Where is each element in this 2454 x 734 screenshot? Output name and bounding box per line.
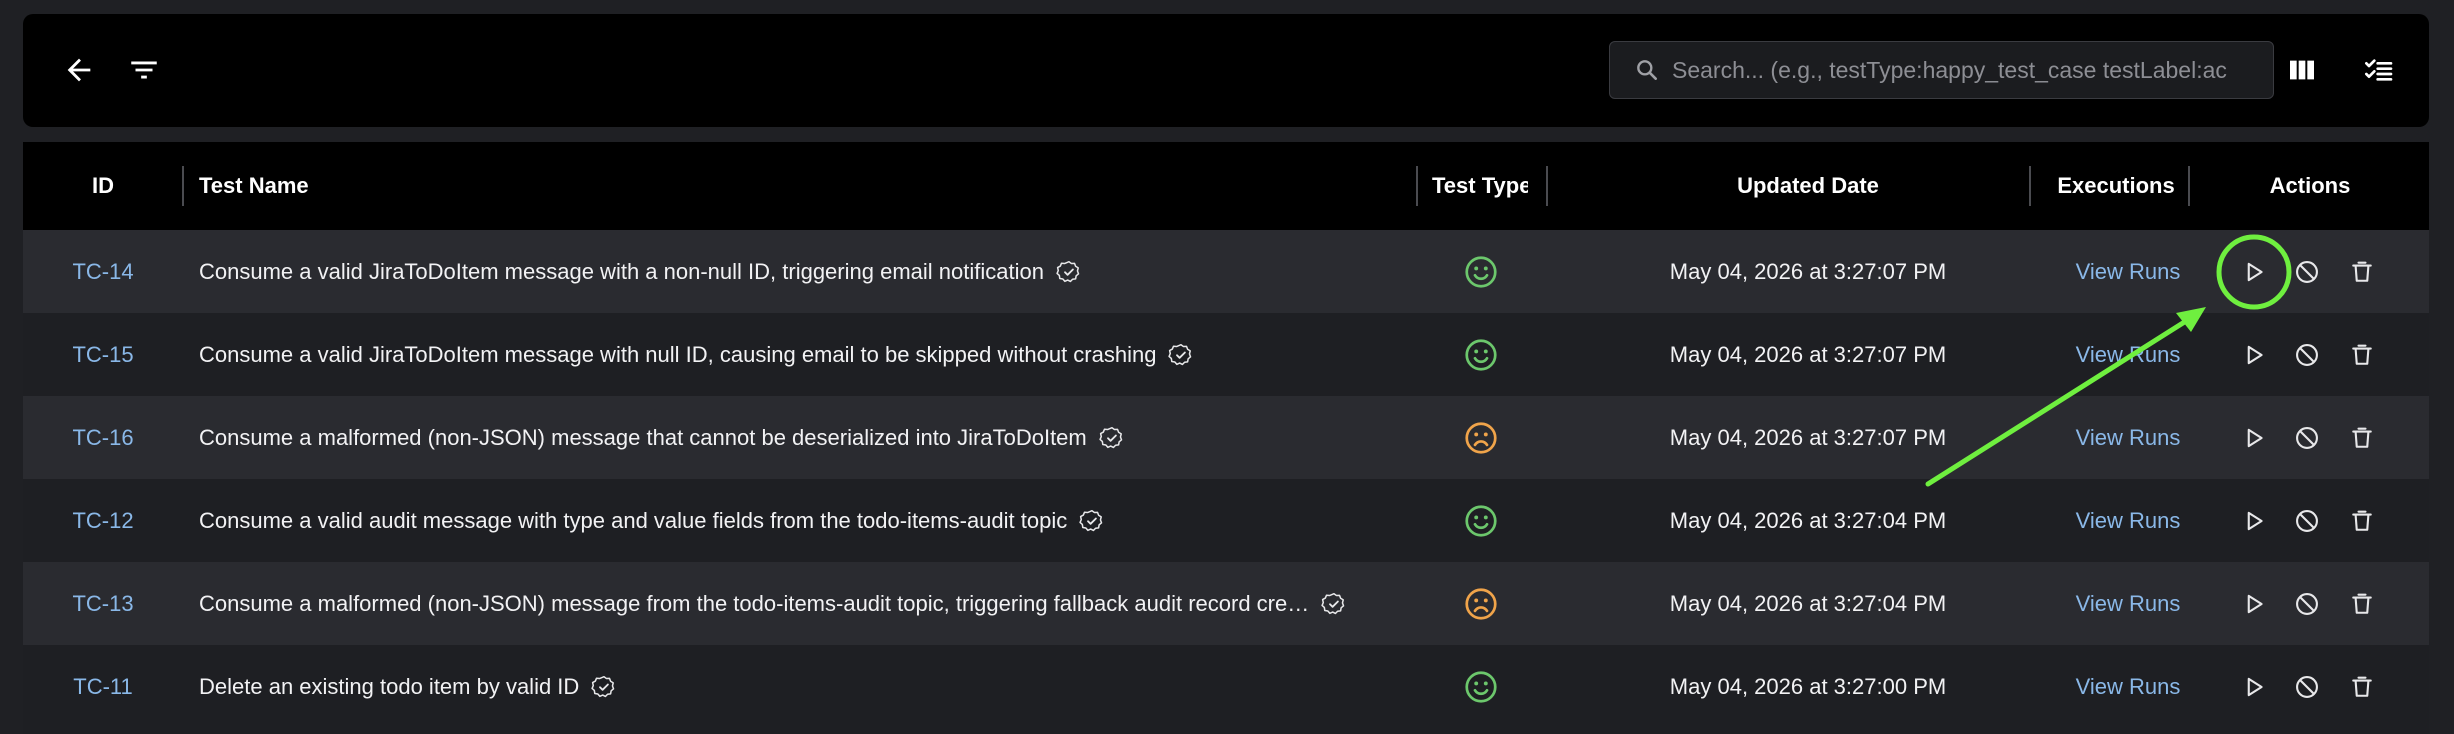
test-name: Delete an existing todo item by valid ID: [199, 673, 580, 699]
test-name-cell: Consume a valid audit message with type …: [199, 479, 1429, 562]
delete-trash-icon[interactable]: [2340, 562, 2384, 645]
test-id-link[interactable]: TC-15: [23, 313, 183, 396]
columns-icon[interactable]: [2282, 50, 2322, 90]
test-name: Consume a valid JiraToDoItem message wit…: [199, 341, 1157, 367]
verified-check-icon: [1168, 342, 1194, 368]
test-id-link[interactable]: TC-14: [23, 230, 183, 313]
table-row[interactable]: TC-11 Delete an existing todo item by val…: [23, 645, 2429, 728]
view-runs-link[interactable]: View Runs: [2028, 230, 2228, 313]
delete-trash-icon[interactable]: [2340, 396, 2384, 479]
test-type-happy-icon: [1421, 313, 1541, 396]
view-runs-link[interactable]: View Runs: [2028, 396, 2228, 479]
run-test-play-icon[interactable]: [2232, 230, 2276, 313]
verified-check-icon: [591, 674, 617, 700]
test-id-link[interactable]: TC-11: [23, 645, 183, 728]
test-name-cell: Consume a valid JiraToDoItem message wit…: [199, 313, 1429, 396]
updated-date: May 04, 2026 at 3:27:04 PM: [1669, 590, 1947, 616]
table-row[interactable]: TC-13 Consume a malformed (non-JSON) mess…: [23, 562, 2429, 645]
view-runs-link[interactable]: View Runs: [2028, 562, 2228, 645]
filter-icon[interactable]: [124, 50, 164, 90]
column-divider[interactable]: [1416, 166, 1418, 206]
test-cases-table: ID Test Name Test Type Updated Date Exec…: [23, 142, 2429, 734]
run-test-play-icon[interactable]: [2232, 562, 2276, 645]
top-toolbar: [23, 14, 2429, 127]
test-type-sad-icon: [1421, 396, 1541, 479]
disable-block-icon[interactable]: [2285, 645, 2329, 728]
column-header-test-name[interactable]: Test Name: [199, 142, 1399, 230]
delete-trash-icon[interactable]: [2340, 479, 2384, 562]
search-box[interactable]: [1609, 41, 2274, 99]
test-name-cell: Delete an existing todo item by valid ID: [199, 645, 1429, 728]
run-test-play-icon[interactable]: [2232, 313, 2276, 396]
checklist-icon[interactable]: [2359, 50, 2399, 90]
test-name-cell: Consume a malformed (non-JSON) message t…: [199, 396, 1429, 479]
column-header-actions: Actions: [2269, 173, 2351, 198]
test-name-cell: Consume a malformed (non-JSON) message f…: [199, 562, 1429, 645]
test-type-happy-icon: [1421, 479, 1541, 562]
test-type-sad-icon: [1421, 562, 1541, 645]
run-test-play-icon[interactable]: [2232, 396, 2276, 479]
test-name: Consume a malformed (non-JSON) message t…: [199, 424, 1087, 450]
verified-check-icon: [1321, 591, 1347, 617]
search-input[interactable]: [1672, 56, 2232, 84]
run-test-play-icon[interactable]: [2232, 479, 2276, 562]
table-header: ID Test Name Test Type Updated Date Exec…: [23, 142, 2429, 230]
column-header-executions[interactable]: Executions: [2031, 142, 2201, 230]
test-id-link[interactable]: TC-16: [23, 396, 183, 479]
column-header-updated-date[interactable]: Updated Date: [1548, 142, 2068, 230]
test-type-happy-icon: [1421, 645, 1541, 728]
test-name: Consume a malformed (non-JSON) message f…: [199, 590, 1310, 616]
run-test-play-icon[interactable]: [2232, 645, 2276, 728]
updated-date: May 04, 2026 at 3:27:07 PM: [1669, 258, 1947, 284]
column-header-id[interactable]: ID: [23, 142, 183, 230]
test-name: Consume a valid audit message with type …: [199, 507, 1068, 533]
table-row[interactable]: TC-15 Consume a valid JiraToDoItem messag…: [23, 313, 2429, 396]
search-icon: [1634, 57, 1660, 83]
view-runs-link[interactable]: View Runs: [2028, 479, 2228, 562]
updated-date: May 04, 2026 at 3:27:07 PM: [1669, 424, 1947, 450]
table-row[interactable]: TC-16 Consume a malformed (non-JSON) mess…: [23, 396, 2429, 479]
test-type-happy-icon: [1421, 230, 1541, 313]
test-name-cell: Consume a valid JiraToDoItem message wit…: [199, 230, 1429, 313]
back-arrow-icon[interactable]: [59, 50, 99, 90]
table-row[interactable]: TC-12 Consume a valid audit message with …: [23, 479, 2429, 562]
table-row[interactable]: TC-14 Consume a valid JiraToDoItem messag…: [23, 230, 2429, 313]
column-header-test-type[interactable]: Test Type: [1432, 142, 1528, 230]
delete-trash-icon[interactable]: [2340, 230, 2384, 313]
verified-check-icon: [1079, 508, 1105, 534]
view-runs-link[interactable]: View Runs: [2028, 645, 2228, 728]
delete-trash-icon[interactable]: [2340, 313, 2384, 396]
test-name: Consume a valid JiraToDoItem message wit…: [199, 258, 1044, 284]
disable-block-icon[interactable]: [2285, 562, 2329, 645]
view-runs-link[interactable]: View Runs: [2028, 313, 2228, 396]
test-id-link[interactable]: TC-13: [23, 562, 183, 645]
test-id-link[interactable]: TC-12: [23, 479, 183, 562]
disable-block-icon[interactable]: [2285, 230, 2329, 313]
delete-trash-icon[interactable]: [2340, 645, 2384, 728]
disable-block-icon[interactable]: [2285, 396, 2329, 479]
disable-block-icon[interactable]: [2285, 313, 2329, 396]
verified-check-icon: [1099, 425, 1125, 451]
column-divider[interactable]: [182, 166, 184, 206]
verified-check-icon: [1056, 259, 1082, 285]
disable-block-icon[interactable]: [2285, 479, 2329, 562]
updated-date: May 04, 2026 at 3:27:04 PM: [1669, 507, 1947, 533]
updated-date: May 04, 2026 at 3:27:07 PM: [1669, 341, 1947, 367]
updated-date: May 04, 2026 at 3:27:00 PM: [1669, 673, 1947, 699]
